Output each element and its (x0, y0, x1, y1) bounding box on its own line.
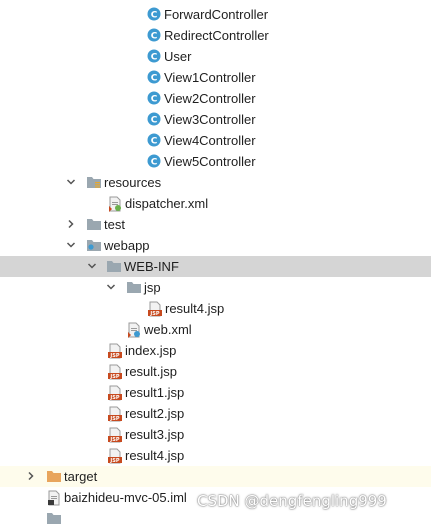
excluded-folder-icon (46, 466, 62, 487)
chevron-right-icon[interactable] (65, 214, 79, 235)
svg-text:JSP: JSP (109, 395, 119, 401)
tree-item-result4-jsp[interactable]: JSP result4.jsp (0, 445, 431, 466)
tree-item-label: View5Controller (164, 154, 256, 169)
tree-item-user[interactable]: C User (0, 46, 431, 67)
tree-item-view1-controller[interactable]: C View1Controller (0, 67, 431, 88)
svg-text:JSP: JSP (109, 458, 119, 464)
tree-item-label: View1Controller (164, 70, 256, 85)
tree-item-web-xml[interactable]: web.xml (0, 319, 431, 340)
svg-text:JSP: JSP (149, 311, 159, 317)
svg-text:C: C (151, 32, 158, 42)
tree-item-cut-off (0, 508, 431, 529)
tree-item-view3-controller[interactable]: C View3Controller (0, 109, 431, 130)
tree-item-redirect-controller[interactable]: C RedirectController (0, 25, 431, 46)
tree-item-jsp-folder[interactable]: jsp (0, 277, 431, 298)
tree-item-label: View2Controller (164, 91, 256, 106)
tree-item-label: target (64, 469, 98, 484)
tree-item-view5-controller[interactable]: C View5Controller (0, 151, 431, 172)
svg-text:C: C (151, 158, 158, 168)
svg-text:C: C (151, 137, 158, 147)
chevron-down-icon[interactable] (65, 172, 79, 193)
svg-text:C: C (151, 116, 158, 126)
tree-item-dispatcher-xml[interactable]: dispatcher.xml (0, 193, 431, 214)
xml-file-icon (107, 193, 123, 214)
tree-item-label: result.jsp (125, 364, 178, 379)
tree-item-webapp[interactable]: webapp (0, 235, 431, 256)
module-file-icon (46, 487, 62, 508)
class-icon: C (147, 46, 163, 67)
xml-file-icon (126, 319, 142, 340)
folder-icon (126, 277, 142, 298)
tree-item-view4-controller[interactable]: C View4Controller (0, 130, 431, 151)
class-icon: C (147, 151, 163, 172)
tree-item-label: RedirectController (164, 28, 269, 43)
tree-item-label: ForwardController (164, 7, 269, 22)
tree-item-label: User (164, 49, 192, 64)
svg-text:JSP: JSP (109, 437, 119, 443)
svg-text:JSP: JSP (109, 353, 119, 359)
class-icon: C (147, 88, 163, 109)
svg-text:C: C (151, 74, 158, 84)
tree-item-test[interactable]: test (0, 214, 431, 235)
tree-item-label: result3.jsp (125, 427, 185, 442)
tree-item-label: test (104, 217, 125, 232)
web-folder-icon (86, 235, 102, 256)
tree-item-label: baizhideu-mvc-05.iml (64, 490, 187, 505)
svg-text:C: C (151, 53, 158, 63)
tree-item-label: index.jsp (125, 343, 177, 358)
jsp-file-icon: JSP (107, 424, 123, 445)
tree-item-label: View4Controller (164, 133, 256, 148)
tree-item-result1-jsp[interactable]: JSP result1.jsp (0, 382, 431, 403)
class-icon: C (147, 4, 163, 25)
class-icon: C (147, 25, 163, 46)
chevron-down-icon[interactable] (105, 277, 119, 298)
tree-item-result2-jsp[interactable]: JSP result2.jsp (0, 403, 431, 424)
tree-item-resources[interactable]: resources (0, 172, 431, 193)
class-icon: C (147, 130, 163, 151)
tree-item-web-inf-result4-jsp[interactable]: JSP result4.jsp (0, 298, 431, 319)
tree-item-label: webapp (104, 238, 150, 253)
tree-item-label: dispatcher.xml (125, 196, 209, 211)
chevron-down-icon[interactable] (65, 235, 79, 256)
jsp-file-icon: JSP (107, 361, 123, 382)
jsp-file-icon: JSP (147, 298, 163, 319)
tree-item-label: web.xml (144, 322, 192, 337)
svg-text:C: C (151, 11, 158, 21)
tree-item-label: WEB-INF (124, 259, 179, 274)
svg-text:JSP: JSP (109, 416, 119, 422)
folder-icon (46, 508, 62, 529)
project-tree: C ForwardController C RedirectController… (0, 0, 431, 529)
tree-item-result3-jsp[interactable]: JSP result3.jsp (0, 424, 431, 445)
tree-item-result-jsp[interactable]: JSP result.jsp (0, 361, 431, 382)
tree-item-web-inf[interactable]: WEB-INF (0, 256, 431, 277)
folder-icon (86, 214, 102, 235)
jsp-file-icon: JSP (107, 445, 123, 466)
chevron-right-icon[interactable] (25, 466, 39, 487)
class-icon: C (147, 67, 163, 88)
watermark: CSDN @dengfengling999 (197, 492, 387, 510)
tree-item-index-jsp[interactable]: JSP index.jsp (0, 340, 431, 361)
tree-item-label: View3Controller (164, 112, 256, 127)
resources-folder-icon (86, 172, 102, 193)
jsp-file-icon: JSP (107, 340, 123, 361)
tree-item-label: result2.jsp (125, 406, 185, 421)
tree-item-label: result1.jsp (125, 385, 185, 400)
tree-item-target[interactable]: target (0, 466, 431, 487)
svg-text:JSP: JSP (109, 374, 119, 380)
class-icon: C (147, 109, 163, 130)
tree-item-label: result4.jsp (125, 448, 185, 463)
jsp-file-icon: JSP (107, 403, 123, 424)
folder-icon (106, 256, 122, 277)
jsp-file-icon: JSP (107, 382, 123, 403)
chevron-down-icon[interactable] (86, 256, 100, 277)
svg-text:C: C (151, 95, 158, 105)
tree-item-label: jsp (144, 280, 161, 295)
tree-item-forward-controller[interactable]: C ForwardController (0, 4, 431, 25)
tree-item-label: result4.jsp (165, 301, 225, 316)
tree-item-label: resources (104, 175, 162, 190)
tree-item-view2-controller[interactable]: C View2Controller (0, 88, 431, 109)
